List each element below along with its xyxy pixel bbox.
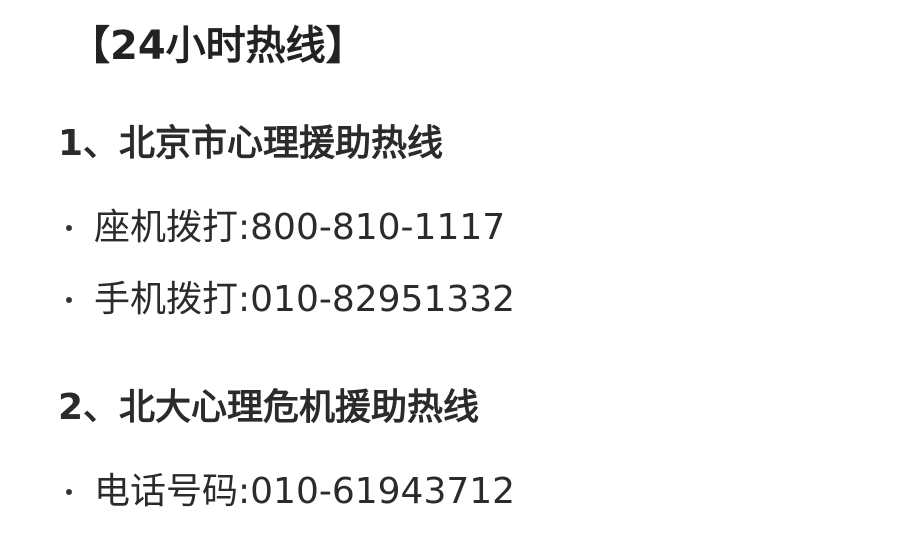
bullet-dot-icon [66,488,72,495]
section-heading-beijing: 1、北京市心理援助热线 [58,123,444,164]
list-item-mobile: 手机拨打:010-82951332 [62,278,515,321]
hotline-document: 【24小时热线】 1、北京市心理援助热线 座机拨打:800-810-1117 手… [0,0,909,552]
hotline-mobile-text: 手机拨打:010-82951332 [94,279,516,320]
list-item-landline: 座机拨打:800-810-1117 [62,206,505,249]
bullet-dot-icon [66,296,72,303]
section-heading-pku: 2、北大心理危机援助热线 [58,387,480,428]
page-title: 【24小时热线】 [70,23,366,69]
hotline-phone-text: 电话号码:010-61943712 [94,471,516,512]
bullet-dot-icon [66,224,72,231]
list-item-phone: 电话号码:010-61943712 [62,470,515,513]
hotline-landline-text: 座机拨打:800-810-1117 [94,207,506,248]
